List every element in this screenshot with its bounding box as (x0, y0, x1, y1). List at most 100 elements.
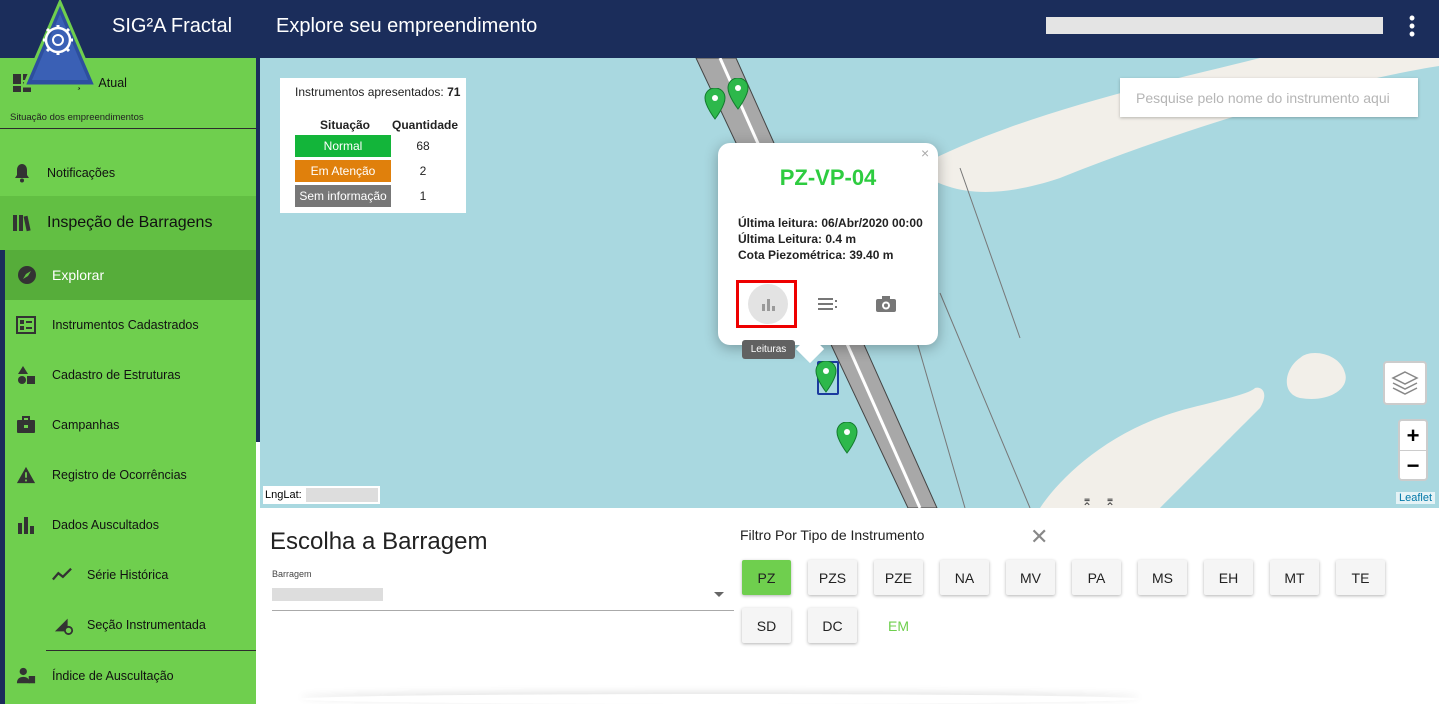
sidebar-item-label: Instrumentos Cadastrados (52, 318, 199, 332)
sidebar-item-label: Registro de Ocorrências (52, 468, 187, 482)
filter-chip-na[interactable]: NA (940, 560, 989, 595)
legend-em-atencao: Em Atenção (295, 160, 391, 182)
zoom-control: + − (1398, 419, 1428, 481)
dropdown-arrow-icon[interactable] (714, 592, 724, 597)
cota-piezometrica: Cota Piezométrica: 39.40 m (738, 248, 894, 262)
bar-chart-icon (16, 515, 36, 535)
legend-sem-informacao: Sem informação (295, 185, 391, 207)
filter-chip-mv[interactable]: MV (1006, 560, 1055, 595)
legend-em-atencao-qty: 2 (419, 164, 427, 178)
filter-chip-te[interactable]: TE (1336, 560, 1385, 595)
bell-icon (12, 163, 32, 183)
legend-col-situacao: Situação (320, 118, 371, 132)
map-marker-icon[interactable] (727, 78, 749, 110)
svg-text:⌆: ⌆ (1082, 494, 1092, 508)
legend-sem-informacao-qty: 1 (419, 189, 427, 203)
filter-chip-pz[interactable]: PZ (742, 560, 791, 595)
book-icon (12, 213, 32, 238)
filter-chip-eh[interactable]: EH (1204, 560, 1253, 595)
sidebar-item-label: Dados Auscultados (52, 518, 160, 532)
sidebar-section-inspecao[interactable]: Inspeção de Barragens (0, 196, 256, 250)
layers-icon (1391, 371, 1419, 395)
dam-select-underline (272, 610, 734, 611)
logo-icon (22, 0, 98, 88)
compass-icon (17, 265, 37, 285)
bottom-panel: Escolha a Barragem Barragem Filtro Por T… (260, 508, 1439, 704)
highlight-box (736, 280, 797, 328)
sidebar-item-label: Campanhas (52, 418, 120, 432)
filter-title: Filtro Por Tipo de Instrumento (740, 527, 925, 543)
filter-chip-ms[interactable]: MS (1138, 560, 1187, 595)
briefcase-icon (16, 415, 36, 435)
grid-list-icon (16, 315, 36, 335)
sidebar-item-dados-auscultados[interactable]: Dados Auscultados (0, 500, 256, 550)
instrument-popup: × PZ-VP-04 Última leitura: 06/Abr/2020 0… (718, 143, 938, 364)
sidebar-section-label: Inspeção de Barragens (47, 214, 213, 231)
popup-info: Última leitura: 06/Abr/2020 00:00 Última… (738, 215, 928, 263)
sidebar-item-label: Explorar (52, 267, 105, 283)
top-app-bar: SIG²A Fractal Explore seu empreendimento… (0, 0, 1439, 58)
sidebar-item-notificacoes[interactable]: Notificações (0, 148, 256, 198)
sidebar-item-registro-ocorrencias[interactable]: Registro de Ocorrências (0, 450, 256, 500)
instrument-legend: Instrumentos apresentados: 71 Situação Q… (280, 78, 466, 213)
popup-title: PZ-VP-04 (779, 165, 877, 190)
filter-chip-pa[interactable]: PA (1072, 560, 1121, 595)
choose-dam-title: Escolha a Barragem (270, 528, 488, 555)
legend-normal-qty: 68 (416, 139, 430, 153)
filter-chip-pzs[interactable]: PZS (808, 560, 857, 595)
divider (0, 128, 256, 129)
layers-button[interactable] (1383, 361, 1427, 405)
leaflet-attribution-link[interactable]: Leaflet (1396, 492, 1436, 504)
sidebar-item-label: Seção Instrumentada (87, 618, 206, 632)
instrument-search (1120, 78, 1418, 117)
legend-title: Instrumentos apresentados: 71 (295, 85, 461, 99)
zoom-out-button[interactable]: − (1400, 451, 1426, 480)
timeline-icon (52, 565, 72, 585)
shapes-icon (16, 365, 36, 385)
sidebar: Situação Atual Situação dos empreendimen… (0, 58, 256, 704)
camera-icon (876, 296, 896, 312)
sidebar-item-label: Série Histórica (87, 568, 169, 582)
filter-chip-sd[interactable]: SD (742, 608, 791, 643)
map-view[interactable]: ⌆ ⌆ Instrumentos apresentados: 71 Situaçã… (260, 58, 1439, 508)
ultima-leitura-data: Última leitura: 06/Abr/2020 00:00 (738, 216, 923, 230)
filter-chip-em[interactable]: EM (874, 608, 923, 643)
sidebar-item-label: Notificações (47, 166, 116, 180)
sidebar-item-cadastro-estruturas[interactable]: Cadastro de Estruturas (0, 350, 256, 400)
filter-chip-mt[interactable]: MT (1270, 560, 1319, 595)
sidebar-item-indice-auscultacao[interactable]: Índice de Auscultação (0, 651, 256, 701)
map-marker-icon[interactable] (836, 422, 858, 454)
map-marker-icon[interactable] (704, 88, 726, 120)
details-list-button[interactable] (808, 284, 848, 324)
sidebar-item-serie-historica[interactable]: Série Histórica (0, 550, 256, 600)
ultima-leitura-valor: Última Leitura: 0.4 m (738, 232, 857, 246)
close-icon[interactable]: ✕ (1030, 524, 1048, 550)
sidebar-item-instrumentos[interactable]: Instrumentos Cadastrados (0, 300, 256, 350)
list-icon (818, 298, 837, 310)
dam-select-value-redacted[interactable] (272, 588, 383, 601)
sidebar-caption: Situação dos empreendimentos (10, 112, 144, 123)
person-badge-icon (16, 666, 36, 686)
filter-chip-pze[interactable]: PZE (874, 560, 923, 595)
add-photo-button[interactable] (866, 284, 906, 324)
legend-total: 71 (447, 85, 461, 99)
leituras-tooltip: Leituras (742, 340, 795, 359)
app-title: SIG²A Fractal (112, 15, 233, 37)
panel-shadow (300, 694, 1140, 704)
sidebar-item-label: Índice de Auscultação (52, 669, 174, 683)
lnglat-value-redacted (305, 488, 378, 502)
sidebar-item-secao-instrumentada[interactable]: Seção Instrumentada (0, 600, 256, 650)
more-vert-icon[interactable]: • • • (1400, 9, 1424, 43)
legend-col-quantidade: Quantidade (392, 118, 459, 132)
search-input[interactable] (1134, 78, 1408, 117)
sidebar-item-campanhas[interactable]: Campanhas (0, 400, 256, 450)
popup-close-button[interactable]: × (921, 145, 929, 161)
map-marker-icon[interactable] (815, 361, 837, 393)
filter-chip-dc[interactable]: DC (808, 608, 857, 643)
page-title: Explore seu empreendimento (276, 15, 538, 37)
dam-select-label: Barragem (272, 569, 312, 579)
warning-icon (16, 465, 36, 485)
legend-normal: Normal (295, 135, 391, 157)
sidebar-item-explorar[interactable]: Explorar (5, 250, 256, 300)
zoom-in-button[interactable]: + (1400, 421, 1426, 451)
